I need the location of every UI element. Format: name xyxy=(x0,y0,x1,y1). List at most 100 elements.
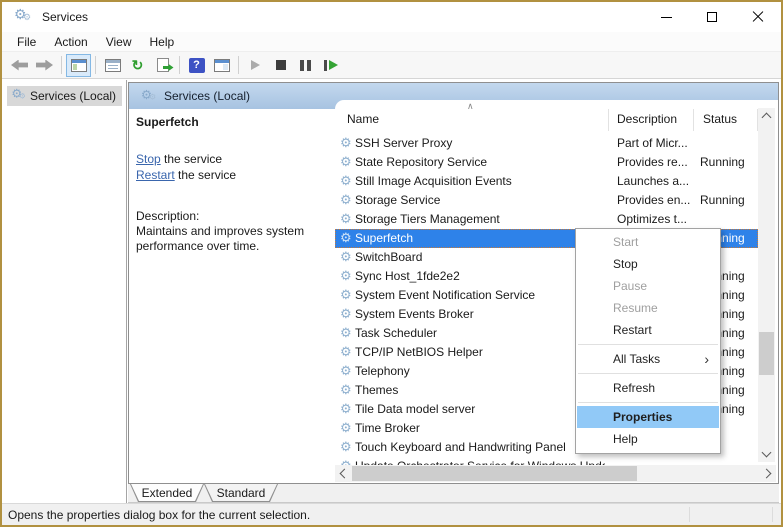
back-button[interactable] xyxy=(7,54,32,77)
scroll-left-icon xyxy=(340,469,350,479)
statusbar-divider xyxy=(772,507,773,522)
service-name: TCP/IP NetBIOS Helper xyxy=(355,345,605,359)
service-row[interactable]: ⚙Storage ServiceProvides en...Running xyxy=(335,191,758,210)
service-row[interactable]: ⚙Update Orchestrator Service for Windows… xyxy=(335,457,758,465)
context-menu-item-resume: Resume xyxy=(576,297,720,319)
export-list-button[interactable] xyxy=(150,54,175,77)
column-divider[interactable] xyxy=(608,109,609,131)
tab-label: Extended xyxy=(130,484,204,500)
stop-service-icon xyxy=(276,60,286,70)
statusbar: Opens the properties dialog box for the … xyxy=(2,503,781,525)
stop-service-button[interactable] xyxy=(268,54,293,77)
refresh-toolbar-button[interactable]: ↻ xyxy=(125,54,150,77)
horizontal-scrollbar[interactable] xyxy=(335,465,776,482)
tab-standard[interactable]: Standard xyxy=(204,484,278,502)
help-toolbar-button[interactable]: ? xyxy=(184,54,209,77)
column-header-description[interactable]: Description xyxy=(617,112,677,126)
show-console-tree-button[interactable] xyxy=(66,54,91,77)
menubar: FileActionViewHelp xyxy=(2,32,781,52)
column-header-status[interactable]: Status xyxy=(703,112,737,126)
column-header-name[interactable]: Name xyxy=(347,112,379,126)
scroll-down-icon xyxy=(762,448,772,458)
properties-icon xyxy=(105,59,121,72)
restart-service-link[interactable]: Restart xyxy=(136,168,175,182)
service-description: Part of Micr... xyxy=(617,136,695,150)
service-description: Provides re... xyxy=(617,155,695,169)
context-menu: StartStopPauseResumeRestartAll Tasks›Ref… xyxy=(575,228,721,454)
service-gear-icon: ⚙ xyxy=(340,230,352,246)
restart-service-icon xyxy=(324,60,338,71)
menubar-item-help[interactable]: Help xyxy=(141,33,184,51)
forward-button[interactable] xyxy=(32,54,57,77)
services-gear-icon: ⚙⚙ xyxy=(11,89,26,103)
service-name: Tile Data model server xyxy=(355,402,605,416)
show-action-pane-button[interactable] xyxy=(209,54,234,77)
service-name: Time Broker xyxy=(355,421,605,435)
back-icon xyxy=(11,60,28,71)
service-gear-icon: ⚙ xyxy=(340,268,352,284)
start-service-button[interactable] xyxy=(243,54,268,77)
service-row[interactable]: ⚙SSH Server ProxyPart of Micr... xyxy=(335,134,758,153)
menubar-item-file[interactable]: File xyxy=(8,33,45,51)
service-name: Touch Keyboard and Handwriting Panel xyxy=(355,440,605,454)
close-button[interactable] xyxy=(735,2,781,32)
sort-ascending-icon: ∧ xyxy=(467,101,474,112)
scroll-right-icon xyxy=(762,469,772,479)
view-tabstrip: ExtendedStandard xyxy=(128,484,779,503)
panel-header-gear-icon: ⚙⚙ xyxy=(141,90,157,104)
service-row[interactable]: ⚙Still Image Acquisition EventsLaunches … xyxy=(335,172,758,191)
vertical-scroll-thumb[interactable] xyxy=(759,332,774,375)
pause-service-button[interactable] xyxy=(293,54,318,77)
selected-service-title: Superfetch xyxy=(136,115,199,129)
service-gear-icon: ⚙ xyxy=(340,382,352,398)
service-description: Launches a... xyxy=(617,174,695,188)
show-action-pane-icon xyxy=(214,59,230,72)
service-gear-icon: ⚙ xyxy=(340,344,352,360)
extended-task-pane: Superfetch Stop the service Restart the … xyxy=(129,109,335,483)
stop-service-line: Stop the service xyxy=(136,152,222,166)
context-menu-item-stop[interactable]: Stop xyxy=(576,253,720,275)
toolbar-separator xyxy=(179,56,180,74)
service-name: SwitchBoard xyxy=(355,250,605,264)
menubar-item-view[interactable]: View xyxy=(97,33,141,51)
restart-service-line: Restart the service xyxy=(136,168,236,182)
restart-service-button[interactable] xyxy=(318,54,343,77)
maximize-icon xyxy=(707,12,717,22)
service-gear-icon: ⚙ xyxy=(340,306,352,322)
service-name: System Event Notification Service xyxy=(355,288,605,302)
service-description: Provides en... xyxy=(617,193,695,207)
service-row[interactable]: ⚙Storage Tiers ManagementOptimizes t... xyxy=(335,210,758,229)
vertical-scrollbar[interactable] xyxy=(758,108,775,462)
close-icon xyxy=(752,11,764,23)
column-divider[interactable] xyxy=(693,109,694,131)
service-name: Sync Host_1fde2e2 xyxy=(355,269,605,283)
context-menu-item-properties[interactable]: Properties xyxy=(577,406,719,428)
service-gear-icon: ⚙ xyxy=(340,401,352,417)
description-label: Description: xyxy=(136,209,199,223)
panel-header-title: Services (Local) xyxy=(164,89,250,103)
start-service-icon xyxy=(251,60,260,70)
menubar-item-action[interactable]: Action xyxy=(45,33,96,51)
properties-toolbar-button[interactable] xyxy=(100,54,125,77)
minimize-button[interactable] xyxy=(643,2,689,32)
service-name: Storage Service xyxy=(355,193,605,207)
service-row[interactable]: ⚙State Repository ServiceProvides re...R… xyxy=(335,153,758,172)
service-name: SSH Server Proxy xyxy=(355,136,605,150)
context-menu-item-restart[interactable]: Restart xyxy=(576,319,720,341)
maximize-button[interactable] xyxy=(689,2,735,32)
context-menu-item-help[interactable]: Help xyxy=(576,428,720,450)
service-name: System Events Broker xyxy=(355,307,605,321)
context-menu-item-refresh[interactable]: Refresh xyxy=(576,377,720,399)
service-gear-icon: ⚙ xyxy=(340,154,352,170)
status-text: Opens the properties dialog box for the … xyxy=(8,508,310,522)
horizontal-scroll-thumb[interactable] xyxy=(352,466,637,481)
forward-icon xyxy=(36,60,53,71)
sidebar-item-services-local[interactable]: ⚙⚙ Services (Local) xyxy=(7,86,122,106)
service-gear-icon: ⚙ xyxy=(340,287,352,303)
context-menu-item-all-tasks[interactable]: All Tasks› xyxy=(576,348,720,370)
menu-separator xyxy=(578,373,718,374)
tab-extended[interactable]: Extended xyxy=(130,484,204,502)
stop-service-link[interactable]: Stop xyxy=(136,152,161,166)
description-text: Maintains and improves system performanc… xyxy=(136,224,328,254)
context-menu-item-pause: Pause xyxy=(576,275,720,297)
